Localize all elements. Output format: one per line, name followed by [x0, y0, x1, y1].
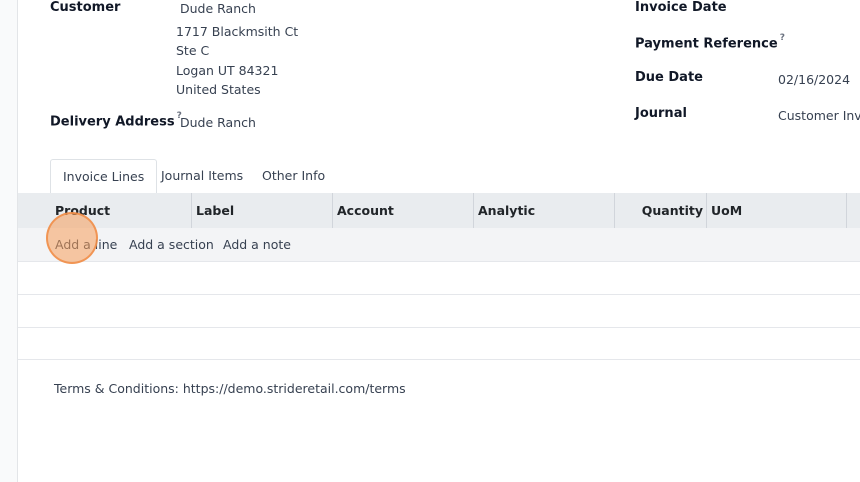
customer-name-field[interactable]: Dude Ranch	[180, 1, 256, 16]
tab-journal-items[interactable]: Journal Items	[149, 159, 255, 193]
table-row	[18, 327, 860, 360]
delivery-address-label-text: Delivery Address	[50, 114, 175, 130]
column-header-quantity[interactable]: Quantity	[619, 193, 703, 228]
customer-address-line-1: 1717 Blackmsith Ct	[176, 24, 299, 39]
column-header-analytic[interactable]: Analytic	[478, 193, 535, 228]
notebook-tabs: Invoice Lines Journal Items Other Info	[18, 159, 860, 194]
add-note-button[interactable]: Add a note	[223, 228, 291, 261]
payment-reference-label: Payment Reference?	[635, 33, 785, 52]
column-divider[interactable]	[191, 193, 192, 228]
invoice-date-label: Invoice Date	[635, 0, 727, 15]
tab-invoice-lines[interactable]: Invoice Lines	[50, 159, 158, 194]
terms-and-conditions: Terms & Conditions: https://demo.strider…	[54, 381, 406, 396]
column-divider[interactable]	[706, 193, 707, 228]
column-divider[interactable]	[846, 193, 847, 228]
customer-address-line-3: Logan UT 84321	[176, 63, 279, 78]
column-header-account[interactable]: Account	[337, 193, 394, 228]
add-section-button[interactable]: Add a section	[129, 228, 214, 261]
column-divider[interactable]	[614, 193, 615, 228]
journal-field[interactable]: Customer Invo	[778, 108, 860, 123]
add-line-button[interactable]: Add a line	[55, 228, 117, 261]
column-header-uom[interactable]: UoM	[711, 193, 742, 228]
customer-address-line-4: United States	[176, 82, 261, 97]
customer-address-line-2: Ste C	[176, 43, 210, 58]
tab-other-info[interactable]: Other Info	[250, 159, 337, 193]
due-date-field[interactable]: 02/16/2024	[778, 72, 850, 87]
invoice-form-sheet: Customer Dude Ranch 1717 Blackmsith Ct S…	[17, 0, 860, 482]
table-row	[18, 295, 860, 328]
delivery-address-label: Delivery Address?	[50, 111, 182, 130]
add-actions-row: Add a line Add a section Add a note	[18, 228, 860, 262]
journal-label: Journal	[635, 106, 687, 121]
column-divider[interactable]	[473, 193, 474, 228]
customer-label: Customer	[50, 0, 121, 15]
column-header-label[interactable]: Label	[196, 193, 234, 228]
delivery-address-field[interactable]: Dude Ranch	[180, 115, 256, 130]
invoice-lines-table-header: Product Label Account Analytic Quantity …	[18, 193, 860, 229]
help-icon[interactable]: ?	[780, 33, 785, 43]
table-row	[18, 262, 860, 295]
due-date-label: Due Date	[635, 70, 703, 85]
column-header-product[interactable]: Product	[55, 193, 110, 228]
column-divider[interactable]	[332, 193, 333, 228]
payment-reference-label-text: Payment Reference	[635, 36, 778, 52]
